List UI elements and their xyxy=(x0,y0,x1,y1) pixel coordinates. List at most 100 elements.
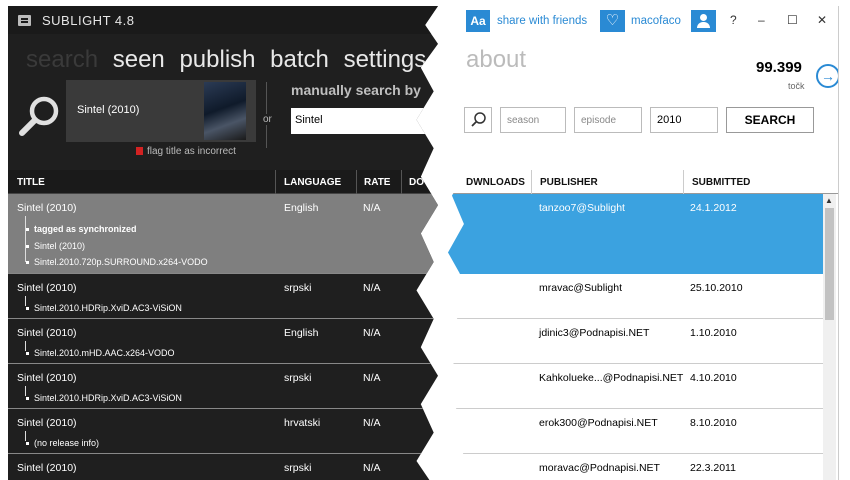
search-button[interactable]: SEARCH xyxy=(726,107,814,133)
row-language: hrvatski xyxy=(284,417,321,429)
results-header-light: DWNLOADS PUBLISHER SUBMITTED xyxy=(447,170,838,194)
row-language: srpski xyxy=(284,282,312,294)
points-value: 99.399 xyxy=(756,59,802,76)
manual-title-input[interactable]: Sintel xyxy=(291,108,438,134)
share-link[interactable]: share with friends xyxy=(497,15,587,27)
row-rate: N/A xyxy=(363,282,381,294)
col-separator[interactable] xyxy=(531,170,532,194)
tab-settings[interactable]: settings xyxy=(344,46,427,73)
minimize-button[interactable]: ‒ xyxy=(758,13,765,27)
row-publisher: Kahkolueke...@Podnapisi.NET xyxy=(539,372,684,384)
result-row[interactable]: tanzoo7@Sublight 24.1.2012 xyxy=(447,194,823,274)
season-input[interactable]: season xyxy=(500,107,566,133)
detected-movie[interactable]: Sintel (2010) xyxy=(66,80,256,142)
year-input[interactable]: 2010 xyxy=(650,107,718,133)
result-row[interactable]: Sintel (2010) srpski N/A Sintel.2010.HDR… xyxy=(8,274,438,319)
row-title: Sintel (2010) xyxy=(17,202,77,214)
row-sync-tag: tagged as synchronized xyxy=(26,224,137,234)
help-button[interactable]: ? xyxy=(730,13,737,27)
col-separator[interactable] xyxy=(275,170,276,194)
row-submitted: 1.10.2010 xyxy=(690,327,737,339)
result-row[interactable]: jdinic3@Podnapisi.NET 1.10.2010 xyxy=(447,319,823,364)
row-release: Sintel.2010.mHD.AAC.x264-VODO xyxy=(26,348,175,358)
tab-about[interactable]: about xyxy=(466,46,526,74)
main-tabs: search seen publish batch settings ab xyxy=(26,46,438,74)
row-rate: N/A xyxy=(363,417,381,429)
row-release: (no release info) xyxy=(26,438,99,448)
row-submitted: 4.10.2010 xyxy=(690,372,737,384)
row-submitted: 8.10.2010 xyxy=(690,417,737,429)
col-publisher[interactable]: PUBLISHER xyxy=(540,177,598,188)
col-downloads-partial[interactable]: DO xyxy=(409,177,424,188)
col-language[interactable]: LANGUAGE xyxy=(284,177,341,188)
points-unit: točk xyxy=(788,81,805,91)
scroll-thumb[interactable] xyxy=(825,208,834,320)
col-downloads[interactable]: DWNLOADS xyxy=(466,177,525,188)
row-title: Sintel (2010) xyxy=(17,372,77,384)
maximize-button[interactable]: ☐ xyxy=(787,13,798,27)
row-title: Sintel (2010) xyxy=(17,462,77,474)
results-header-dark: TITLE LANGUAGE RATE DO xyxy=(8,170,438,194)
results-list-dark: Sintel (2010) English N/A tagged as sync… xyxy=(8,194,438,480)
search-icon-box[interactable] xyxy=(464,107,492,133)
result-row[interactable]: erok300@Podnapisi.NET 8.10.2010 xyxy=(447,409,823,454)
results-scrollbar[interactable]: ▲ xyxy=(823,194,836,480)
row-title: Sintel (2010) xyxy=(17,417,77,429)
row-publisher: erok300@Podnapisi.NET xyxy=(539,417,658,429)
col-separator[interactable] xyxy=(683,170,684,194)
result-row[interactable]: Sintel (2010) English N/A Sintel.2010.mH… xyxy=(8,319,438,364)
arrow-right-icon[interactable]: → xyxy=(816,64,838,88)
row-publisher: moravac@Podnapisi.NET xyxy=(539,462,660,474)
app-logo-icon xyxy=(18,15,31,26)
col-title[interactable]: TITLE xyxy=(17,177,45,188)
close-button[interactable]: ✕ xyxy=(817,13,827,27)
search-icon xyxy=(471,112,486,127)
tab-batch[interactable]: batch xyxy=(270,46,329,73)
tree-line xyxy=(25,216,26,262)
row-rate: N/A xyxy=(363,462,381,474)
col-separator[interactable] xyxy=(401,170,402,194)
result-row[interactable]: Sintel (2010) srpski N/A Sintel.2010.HDR… xyxy=(8,364,438,409)
magnifier-icon[interactable] xyxy=(16,94,62,140)
result-row[interactable]: moravac@Podnapisi.NET 22.3.2011 xyxy=(448,454,823,480)
row-rate: N/A xyxy=(363,327,381,339)
result-row[interactable]: Sintel (2010) English N/A tagged as sync… xyxy=(8,194,438,274)
row-submitted: 24.1.2012 xyxy=(690,202,737,214)
scroll-up-icon[interactable]: ▲ xyxy=(825,196,833,205)
col-rate[interactable]: RATE xyxy=(364,177,390,188)
font-size-icon[interactable]: Aa xyxy=(466,10,490,32)
row-release: Sintel.2010.HDRip.XviD.AC3-ViSiON xyxy=(26,393,182,403)
result-row[interactable]: mravac@Sublight 25.10.2010 xyxy=(447,274,823,319)
manual-search-label: manually search by xyxy=(291,82,421,98)
row-language: srpski xyxy=(284,462,312,474)
result-row[interactable]: Sintel (2010) srpski N/A xyxy=(8,454,438,480)
result-row[interactable]: Sintel (2010) hrvatski N/A (no release i… xyxy=(8,409,438,454)
episode-input[interactable]: episode xyxy=(574,107,642,133)
row-submitted: 25.10.2010 xyxy=(690,282,743,294)
row-rate: N/A xyxy=(363,202,381,214)
row-submitted: 22.3.2011 xyxy=(690,462,736,474)
results-list-light: tanzoo7@Sublight 24.1.2012 mravac@Sublig… xyxy=(447,194,838,480)
user-icon[interactable] xyxy=(691,10,716,32)
flag-icon xyxy=(136,147,143,155)
row-rate: N/A xyxy=(363,372,381,384)
row-language: English xyxy=(284,327,319,339)
tab-publish[interactable]: publish xyxy=(179,46,255,73)
tab-seen[interactable]: seen xyxy=(113,46,165,73)
sublight-light-panel: Aa share with friends ♡ macofaco ? ‒ ☐ ✕… xyxy=(447,6,839,480)
flag-label: flag title as incorrect xyxy=(147,146,236,157)
sublight-dark-panel: SUBLIGHT 4.8 search seen publish batch s… xyxy=(8,6,438,480)
title-bar: SUBLIGHT 4.8 xyxy=(8,6,438,34)
col-submitted[interactable]: SUBMITTED xyxy=(692,177,750,188)
result-row[interactable]: Kahkolueke...@Podnapisi.NET 4.10.2010 xyxy=(447,364,823,409)
heart-icon[interactable]: ♡ xyxy=(600,10,625,32)
tab-search[interactable]: search xyxy=(26,46,98,73)
username[interactable]: macofaco xyxy=(631,15,681,27)
row-language: English xyxy=(284,202,319,214)
col-separator[interactable] xyxy=(356,170,357,194)
row-publisher: tanzoo7@Sublight xyxy=(539,202,625,214)
row-title: Sintel (2010) xyxy=(17,282,77,294)
flag-incorrect-link[interactable]: flag title as incorrect xyxy=(136,146,236,157)
row-release: Sintel (2010) xyxy=(26,241,85,251)
top-bar: Aa share with friends ♡ macofaco ? ‒ ☐ ✕ xyxy=(448,6,838,34)
